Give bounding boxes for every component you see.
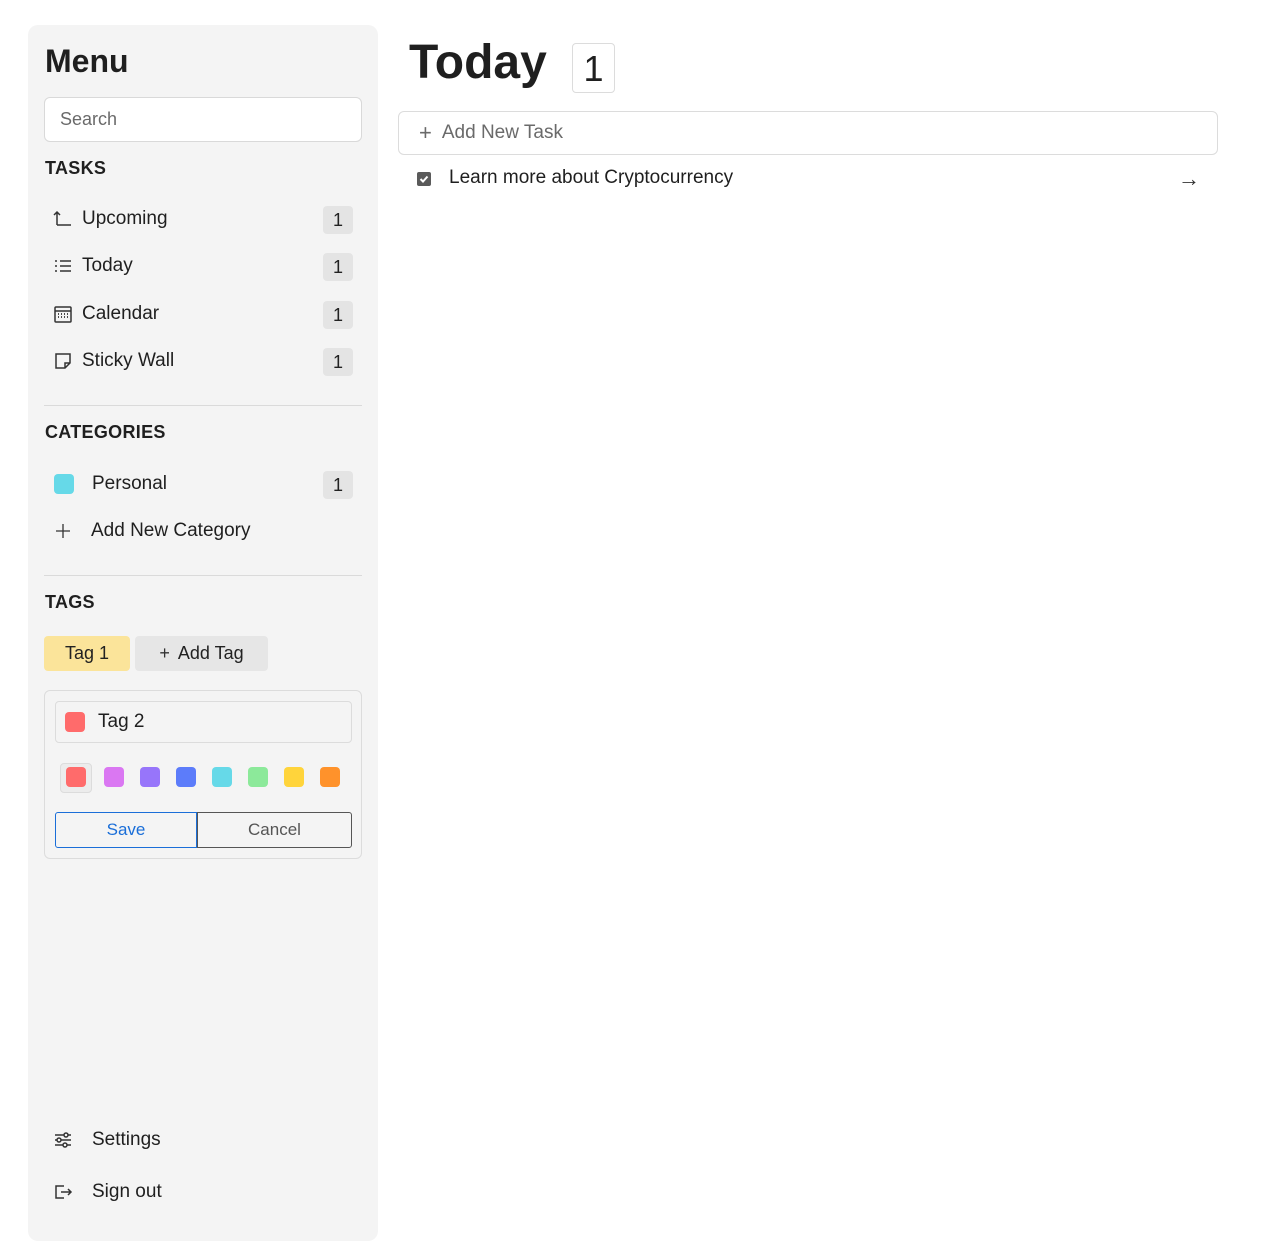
count-badge: 1	[323, 301, 353, 329]
list-icon	[52, 255, 74, 277]
color-option-red[interactable]	[66, 767, 86, 787]
task-checkbox[interactable]	[417, 172, 431, 186]
divider	[44, 405, 362, 406]
count-badge: 1	[323, 348, 353, 376]
color-option-cyan[interactable]	[212, 767, 232, 787]
add-task-button[interactable]: + Add New Task	[398, 111, 1218, 155]
settings-sliders-icon	[52, 1129, 74, 1151]
sidebar-item-sticky-wall[interactable]: Sticky Wall 1	[44, 341, 362, 381]
tag-name-input[interactable]: Tag 2	[55, 701, 352, 743]
plus-icon	[52, 520, 74, 542]
plus-icon: +	[419, 120, 432, 145]
sidebar-item-today[interactable]: Today 1	[44, 246, 362, 286]
selected-color-swatch	[65, 712, 85, 732]
menu-title: Menu	[45, 43, 129, 79]
count-badge: 1	[323, 471, 353, 499]
task-row[interactable]: Learn more about Cryptocurrency →	[398, 160, 1218, 198]
save-button[interactable]: Save	[55, 812, 197, 848]
sidebar-item-label: Upcoming	[82, 208, 168, 229]
tag-editor-actions: Save Cancel	[55, 812, 352, 848]
calendar-icon	[52, 303, 74, 325]
sign-out-label: Sign out	[92, 1181, 162, 1202]
sign-out-icon	[52, 1181, 74, 1203]
task-label: Learn more about Cryptocurrency	[449, 167, 734, 188]
add-category-label: Add New Category	[91, 520, 251, 541]
add-category-button[interactable]: Add New Category	[44, 511, 362, 551]
sidebar-item-calendar[interactable]: Calendar 1	[44, 294, 362, 334]
cancel-button[interactable]: Cancel	[197, 812, 352, 848]
count-badge: 1	[323, 206, 353, 234]
color-option-pink[interactable]	[104, 767, 124, 787]
color-option-purple[interactable]	[140, 767, 160, 787]
color-option-orange[interactable]	[320, 767, 340, 787]
category-color-swatch	[54, 474, 74, 494]
settings-label: Settings	[92, 1129, 161, 1150]
tag-pill[interactable]: Tag 1	[44, 636, 130, 671]
sticky-note-icon	[52, 350, 74, 372]
tag-editor: Tag 2 Save Cancel	[44, 690, 362, 859]
page-title: Today	[409, 36, 547, 89]
tasks-heading: TASKS	[45, 158, 107, 178]
tags-heading: TAGS	[45, 592, 95, 612]
sign-out-button[interactable]: Sign out	[44, 1172, 362, 1212]
color-option-yellow[interactable]	[284, 767, 304, 787]
sidebar-item-label: Sticky Wall	[82, 350, 175, 371]
category-label: Personal	[92, 473, 167, 494]
color-option-blue[interactable]	[176, 767, 196, 787]
categories-heading: CATEGORIES	[45, 422, 166, 442]
category-item-personal[interactable]: Personal 1	[44, 464, 362, 504]
sidebar-item-label: Calendar	[82, 303, 160, 324]
plus-icon: +	[159, 643, 170, 663]
add-tag-button[interactable]: + Add Tag	[135, 636, 268, 671]
search-input[interactable]	[44, 97, 362, 142]
sidebar: Menu TASKS Upcoming 1 Today 1 Calendar 1…	[28, 25, 378, 1241]
count-badge: 1	[323, 253, 353, 281]
settings-button[interactable]: Settings	[44, 1120, 362, 1160]
add-tag-label: Add Tag	[177, 643, 244, 663]
sidebar-item-label: Today	[82, 255, 133, 276]
sidebar-item-upcoming[interactable]: Upcoming 1	[44, 199, 362, 239]
upcoming-icon	[52, 208, 74, 230]
color-option-green[interactable]	[248, 767, 268, 787]
add-task-label: Add New Task	[441, 122, 563, 143]
tag-name-value: Tag 2	[98, 711, 145, 732]
arrow-right-icon[interactable]: →	[1178, 166, 1200, 192]
task-count-badge: 1	[572, 43, 615, 93]
divider	[44, 575, 362, 576]
